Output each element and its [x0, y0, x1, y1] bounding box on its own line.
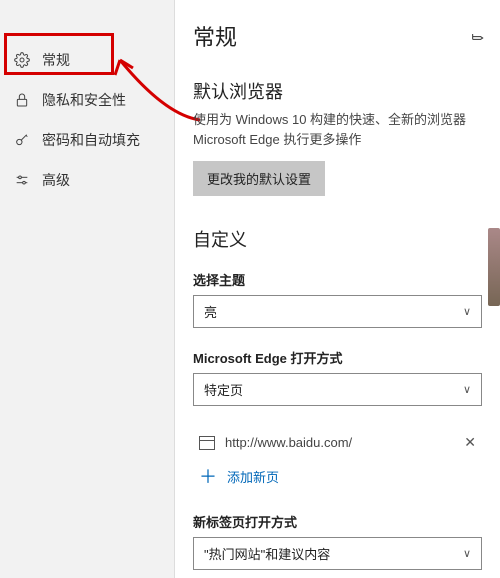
- section-customize: 自定义 选择主题 亮 ∨ Microsoft Edge 打开方式 特定页 ∨ h…: [193, 226, 482, 578]
- sidebar-item-advanced[interactable]: 高级: [0, 160, 174, 200]
- theme-value: 亮: [204, 302, 217, 321]
- sidebar-item-label: 常规: [42, 50, 70, 70]
- sidebar-item-general[interactable]: 常规: [0, 40, 174, 80]
- add-page-label: 添加新页: [227, 467, 279, 486]
- chevron-down-icon: ∨: [463, 305, 471, 318]
- startup-url-row: http://www.baidu.com/ ✕: [193, 426, 482, 459]
- page-title: 常规: [193, 20, 482, 52]
- sidebar-item-passwords[interactable]: 密码和自动填充: [0, 120, 174, 160]
- open-with-select[interactable]: 特定页 ∨: [193, 373, 482, 406]
- open-with-label: Microsoft Edge 打开方式: [193, 348, 482, 367]
- sidebar-item-label: 隐私和安全性: [42, 90, 126, 110]
- pin-icon[interactable]: [470, 30, 486, 51]
- startup-url-text[interactable]: http://www.baidu.com/: [225, 435, 454, 450]
- sidebar: 常规 隐私和安全性 密码和自动填充 高级: [0, 0, 175, 578]
- key-icon: [14, 132, 30, 148]
- sidebar-item-privacy[interactable]: 隐私和安全性: [0, 80, 174, 120]
- theme-label: 选择主题: [193, 270, 482, 289]
- gear-icon: [14, 52, 30, 68]
- chevron-down-icon: ∨: [463, 547, 471, 560]
- theme-select[interactable]: 亮 ∨: [193, 295, 482, 328]
- plus-icon: ＋: [199, 468, 217, 486]
- default-browser-heading: 默认浏览器: [193, 78, 482, 104]
- change-default-button[interactable]: 更改我的默认设置: [193, 161, 325, 196]
- remove-url-button[interactable]: ✕: [464, 434, 476, 451]
- section-default-browser: 默认浏览器 使用为 Windows 10 构建的快速、全新的浏览器 Micros…: [193, 78, 482, 226]
- open-with-value: 特定页: [204, 380, 243, 399]
- scrollbar[interactable]: [488, 228, 500, 306]
- default-browser-desc: 使用为 Windows 10 构建的快速、全新的浏览器 Microsoft Ed…: [193, 110, 482, 149]
- sidebar-item-label: 密码和自动填充: [42, 130, 140, 150]
- newtab-label: 新标签页打开方式: [193, 512, 482, 531]
- content-panel: 常规 默认浏览器 使用为 Windows 10 构建的快速、全新的浏览器 Mic…: [175, 0, 500, 578]
- sliders-icon: [14, 172, 30, 188]
- newtab-select[interactable]: "热门网站"和建议内容 ∨: [193, 537, 482, 570]
- newtab-value: "热门网站"和建议内容: [204, 544, 330, 563]
- customize-heading: 自定义: [193, 226, 482, 252]
- chevron-down-icon: ∨: [463, 383, 471, 396]
- lock-icon: [14, 92, 30, 108]
- page-icon: [199, 436, 215, 450]
- sidebar-item-label: 高级: [42, 170, 70, 190]
- add-page-button[interactable]: ＋ 添加新页: [193, 459, 482, 494]
